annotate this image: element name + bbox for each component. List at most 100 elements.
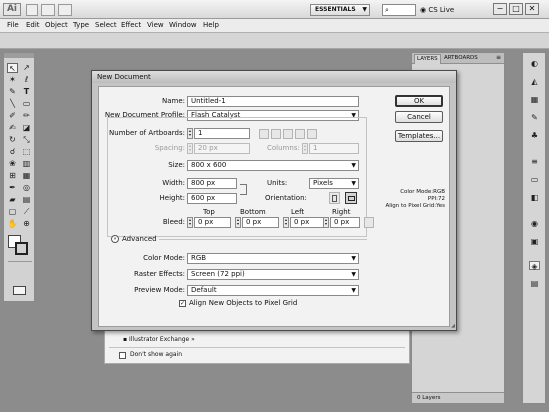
brushes-panel-icon[interactable]: ✎ bbox=[529, 113, 540, 122]
units-dropdown[interactable]: Pixels ▼ bbox=[309, 178, 359, 189]
magic-wand-icon[interactable]: ✶ bbox=[7, 75, 18, 85]
color-mode-dropdown[interactable]: RGB ▼ bbox=[187, 253, 359, 264]
color-panel-icon[interactable]: ◐ bbox=[529, 59, 540, 68]
bleed-left-stepper[interactable]: ▴ ▾ bbox=[283, 217, 289, 228]
height-input[interactable]: 600 px bbox=[187, 193, 237, 204]
link-icon[interactable] bbox=[240, 184, 247, 195]
align-pixel-grid-checkbox[interactable]: ✓ bbox=[179, 300, 186, 307]
eraser-icon[interactable]: ◪ bbox=[21, 123, 32, 133]
landscape-icon[interactable] bbox=[345, 192, 357, 204]
name-input[interactable]: Untitled-1 bbox=[187, 96, 359, 107]
blend-icon[interactable]: ◎ bbox=[21, 183, 32, 193]
symbols-panel-icon[interactable]: ♣ bbox=[529, 131, 540, 140]
bleed-top-stepper[interactable]: ▴ ▾ bbox=[187, 217, 193, 228]
line-icon[interactable]: ╲ bbox=[7, 99, 18, 109]
selection-icon[interactable]: ↖ bbox=[7, 63, 18, 73]
bleed-right-stepper[interactable]: ▴ ▾ bbox=[323, 217, 329, 228]
bleed-bottom-input[interactable]: 0 px bbox=[242, 217, 279, 228]
close-button[interactable]: ✕ bbox=[525, 3, 539, 15]
column-graph-icon[interactable]: ▥ bbox=[21, 159, 32, 169]
dialog-title[interactable]: New Document bbox=[92, 71, 456, 83]
minimize-button[interactable]: − bbox=[493, 3, 507, 15]
graphic-styles-icon[interactable]: ▣ bbox=[529, 237, 540, 246]
eyedropper-icon[interactable]: ✒ bbox=[7, 183, 18, 193]
transparency-panel-icon[interactable]: ◧ bbox=[529, 193, 540, 202]
type-icon[interactable]: T bbox=[21, 87, 32, 97]
size-dropdown[interactable]: 800 x 600 ▼ bbox=[187, 160, 359, 171]
gradient-panel-icon[interactable]: ▭ bbox=[529, 175, 540, 184]
menu-select[interactable]: Select bbox=[95, 21, 117, 29]
menu-view[interactable]: View bbox=[147, 21, 164, 29]
bleed-link-icon[interactable] bbox=[364, 217, 374, 228]
menu-window[interactable]: Window bbox=[169, 21, 197, 29]
bleed-bottom-stepper[interactable]: ▴ ▾ bbox=[235, 217, 241, 228]
cancel-button[interactable]: Cancel bbox=[395, 111, 443, 123]
ok-button[interactable]: OK bbox=[395, 95, 443, 107]
tab-layers[interactable]: LAYERS bbox=[414, 54, 441, 64]
exchange-link[interactable]: ▪ Illustrator Exchange » bbox=[123, 336, 195, 343]
tab-artboards[interactable]: ARTBOARDS bbox=[442, 54, 480, 64]
bleed-left-input[interactable]: 0 px bbox=[290, 217, 327, 228]
blob-brush-icon[interactable]: ✍ bbox=[7, 123, 18, 133]
templates-button[interactable]: Templates... bbox=[395, 130, 443, 142]
lasso-icon[interactable]: ℓ bbox=[21, 75, 32, 85]
mesh-icon[interactable]: ⊞ bbox=[7, 171, 18, 181]
search-input[interactable]: ⌕ bbox=[382, 4, 416, 16]
screen-mode-icon[interactable] bbox=[13, 286, 26, 295]
bleed-top-input[interactable]: 0 px bbox=[194, 217, 231, 228]
color-mode-buttons[interactable] bbox=[8, 261, 32, 268]
menu-type[interactable]: Type bbox=[73, 21, 89, 29]
advanced-toggle-icon[interactable]: » bbox=[111, 235, 119, 243]
live-paint-selection-icon[interactable]: ▤ bbox=[21, 195, 32, 205]
gradient-icon[interactable]: ▦ bbox=[21, 171, 32, 181]
direct-selection-icon[interactable]: ↗ bbox=[21, 63, 32, 73]
width-input[interactable]: 800 px bbox=[187, 178, 237, 189]
raster-effects-dropdown[interactable]: Screen (72 ppi) ▼ bbox=[187, 269, 359, 280]
zoom-icon[interactable]: ⊕ bbox=[21, 219, 32, 229]
bridge-button[interactable] bbox=[26, 4, 38, 16]
symbol-sprayer-icon[interactable]: ❀ bbox=[7, 159, 18, 169]
screen-mode-button[interactable] bbox=[58, 4, 72, 16]
pencil-icon[interactable]: ✏ bbox=[21, 111, 32, 121]
maximize-button[interactable]: □ bbox=[509, 3, 523, 15]
panel-menu-icon[interactable]: ≡ bbox=[496, 54, 501, 61]
grid-by-row-icon[interactable] bbox=[259, 129, 269, 139]
menu-edit[interactable]: Edit bbox=[26, 21, 40, 29]
cs-live-button[interactable]: ◉ CS Live bbox=[420, 4, 468, 16]
arrange-by-row-icon[interactable] bbox=[283, 129, 293, 139]
artboards-panel-icon[interactable]: ▤ bbox=[529, 279, 540, 288]
free-transform-icon[interactable]: ⬚ bbox=[21, 147, 32, 157]
appearance-panel-icon[interactable]: ◉ bbox=[529, 219, 540, 228]
swatches-panel-icon[interactable]: ▦ bbox=[529, 95, 540, 104]
bleed-right-input[interactable]: 0 px bbox=[330, 217, 360, 228]
arrange-by-column-icon[interactable] bbox=[295, 129, 305, 139]
advanced-label[interactable]: Advanced bbox=[122, 235, 157, 243]
dont-show-checkbox[interactable] bbox=[119, 352, 126, 359]
layers-panel-icon[interactable]: ◈ bbox=[529, 261, 540, 271]
hand-icon[interactable]: ✋ bbox=[7, 219, 18, 229]
menu-file[interactable]: File bbox=[7, 21, 19, 29]
draw-mode-buttons[interactable] bbox=[8, 272, 32, 279]
artboards-input[interactable]: 1 bbox=[194, 128, 250, 139]
color-guide-icon[interactable]: ◭ bbox=[529, 77, 540, 86]
workspace-switcher[interactable]: ESSENTIALS ▼ bbox=[310, 4, 370, 16]
menu-effect[interactable]: Effect bbox=[121, 21, 141, 29]
stroke-swatch[interactable] bbox=[15, 242, 28, 255]
artboard-icon[interactable]: ▢ bbox=[7, 207, 18, 217]
menu-object[interactable]: Object bbox=[45, 21, 68, 29]
tools-panel-header[interactable] bbox=[4, 53, 34, 58]
paintbrush-icon[interactable]: ✐ bbox=[7, 111, 18, 121]
arrange-documents-button[interactable] bbox=[41, 4, 55, 16]
artboards-stepper[interactable]: ▴ ▾ bbox=[187, 128, 193, 139]
change-to-rtl-icon[interactable] bbox=[307, 129, 317, 139]
stroke-panel-icon[interactable]: ≡ bbox=[529, 157, 540, 166]
portrait-icon[interactable] bbox=[329, 192, 340, 204]
slice-icon[interactable]: ⟋ bbox=[21, 207, 32, 217]
menu-help[interactable]: Help bbox=[203, 21, 219, 29]
grid-by-column-icon[interactable] bbox=[271, 129, 281, 139]
preview-mode-dropdown[interactable]: Default ▼ bbox=[187, 285, 359, 296]
scale-icon[interactable]: ⤡ bbox=[21, 135, 32, 145]
warp-icon[interactable]: ☌ bbox=[7, 147, 18, 157]
rotate-icon[interactable]: ↻ bbox=[7, 135, 18, 145]
pen-icon[interactable]: ✎ bbox=[7, 87, 18, 97]
